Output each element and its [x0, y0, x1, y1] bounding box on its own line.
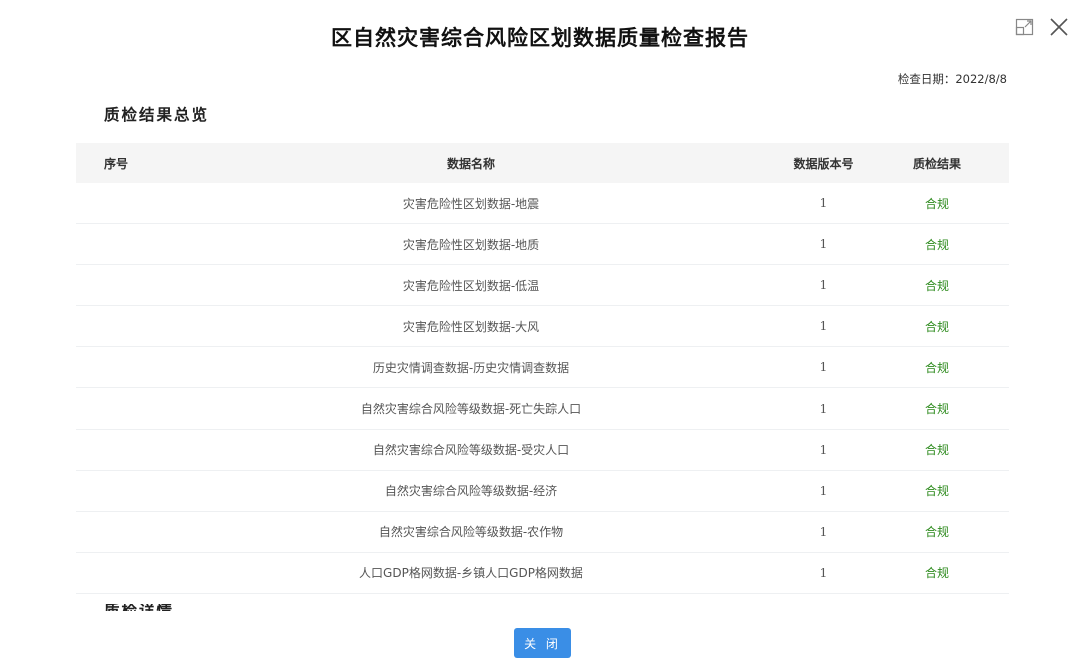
row-result: 合规	[924, 237, 949, 252]
row-name: 灾害危险性区划数据-大风	[402, 319, 540, 334]
row-name: 自然灾害综合风险等级数据-农作物	[378, 525, 564, 540]
row-version: 1	[819, 319, 828, 334]
maximize-icon	[1015, 18, 1034, 36]
row-result: 合规	[924, 484, 949, 499]
table-row: 自然灾害综合风险等级数据-经济 1 合规	[76, 471, 1009, 512]
header-name: 数据名称	[446, 156, 495, 171]
row-name: 灾害危险性区划数据-地质	[402, 237, 540, 252]
row-name: 历史灾情调查数据-历史灾情调查数据	[372, 360, 570, 375]
row-version: 1	[819, 278, 828, 293]
table-row: 人口GDP格网数据-乡镇人口GDP格网数据 1 合规	[76, 553, 1009, 594]
table-row: 自然灾害综合风险等级数据-受灾人口 1 合规	[76, 430, 1009, 471]
report-dialog: 区自然灾害综合风险区划数据质量检查报告 检查日期：2022/8/8 质检结果总览…	[0, 0, 1080, 667]
maximize-button[interactable]	[1014, 16, 1036, 38]
details-section-title: 质检详情	[104, 604, 174, 611]
row-name: 自然灾害综合风险等级数据-死亡失踪人口	[360, 402, 582, 417]
row-name: 自然灾害综合风险等级数据-经济	[384, 484, 558, 499]
table-row: 自然灾害综合风险等级数据-死亡失踪人口 1 合规	[76, 388, 1009, 430]
row-name: 灾害危险性区划数据-地震	[402, 196, 540, 211]
row-version: 1	[819, 360, 828, 375]
table-row: 历史灾情调查数据-历史灾情调查数据 1 合规	[76, 347, 1009, 389]
row-version: 1	[819, 237, 828, 252]
row-name: 自然灾害综合风险等级数据-受灾人口	[372, 443, 570, 458]
table-row: 灾害危险性区划数据-大风 1 合规	[76, 306, 1009, 348]
row-version: 1	[819, 483, 828, 498]
row-result: 合规	[924, 402, 949, 417]
row-result: 合规	[924, 443, 949, 458]
overview-table: 序号 数据名称 数据版本号 质检结果 灾害危险性区划数据-地震 1 合规 灾害危…	[76, 143, 1009, 594]
table-row: 灾害危险性区划数据-低温 1 合规	[76, 265, 1009, 307]
table-row: 灾害危险性区划数据-地震 1 合规	[76, 183, 1009, 225]
close-icon	[1050, 18, 1068, 36]
close-button[interactable]: 关 闭	[514, 628, 571, 658]
header-version: 数据版本号	[793, 156, 854, 171]
row-result: 合规	[924, 566, 949, 581]
row-result: 合规	[924, 196, 949, 211]
close-x-button[interactable]	[1048, 16, 1070, 38]
header-result: 质检结果	[912, 156, 961, 171]
row-version: 1	[819, 565, 828, 580]
row-name: 灾害危险性区划数据-低温	[402, 278, 540, 293]
row-version: 1	[819, 196, 828, 211]
row-name: 人口GDP格网数据-乡镇人口GDP格网数据	[359, 566, 583, 581]
dialog-title: 区自然灾害综合风险区划数据质量检查报告	[331, 26, 749, 50]
row-version: 1	[819, 401, 828, 416]
row-result: 合规	[924, 525, 949, 540]
header-index: 序号	[104, 156, 129, 171]
check-date: 检查日期：2022/8/8	[897, 72, 1007, 86]
row-result: 合规	[924, 360, 949, 375]
table-row: 自然灾害综合风险等级数据-农作物 1 合规	[76, 512, 1009, 553]
row-result: 合规	[924, 319, 949, 334]
row-result: 合规	[924, 278, 949, 293]
table-header: 序号 数据名称 数据版本号 质检结果	[76, 143, 1009, 183]
table-row: 灾害危险性区划数据-地质 1 合规	[76, 224, 1009, 266]
overview-section-title: 质检结果总览	[104, 106, 210, 124]
row-version: 1	[819, 442, 828, 457]
row-version: 1	[819, 524, 828, 539]
